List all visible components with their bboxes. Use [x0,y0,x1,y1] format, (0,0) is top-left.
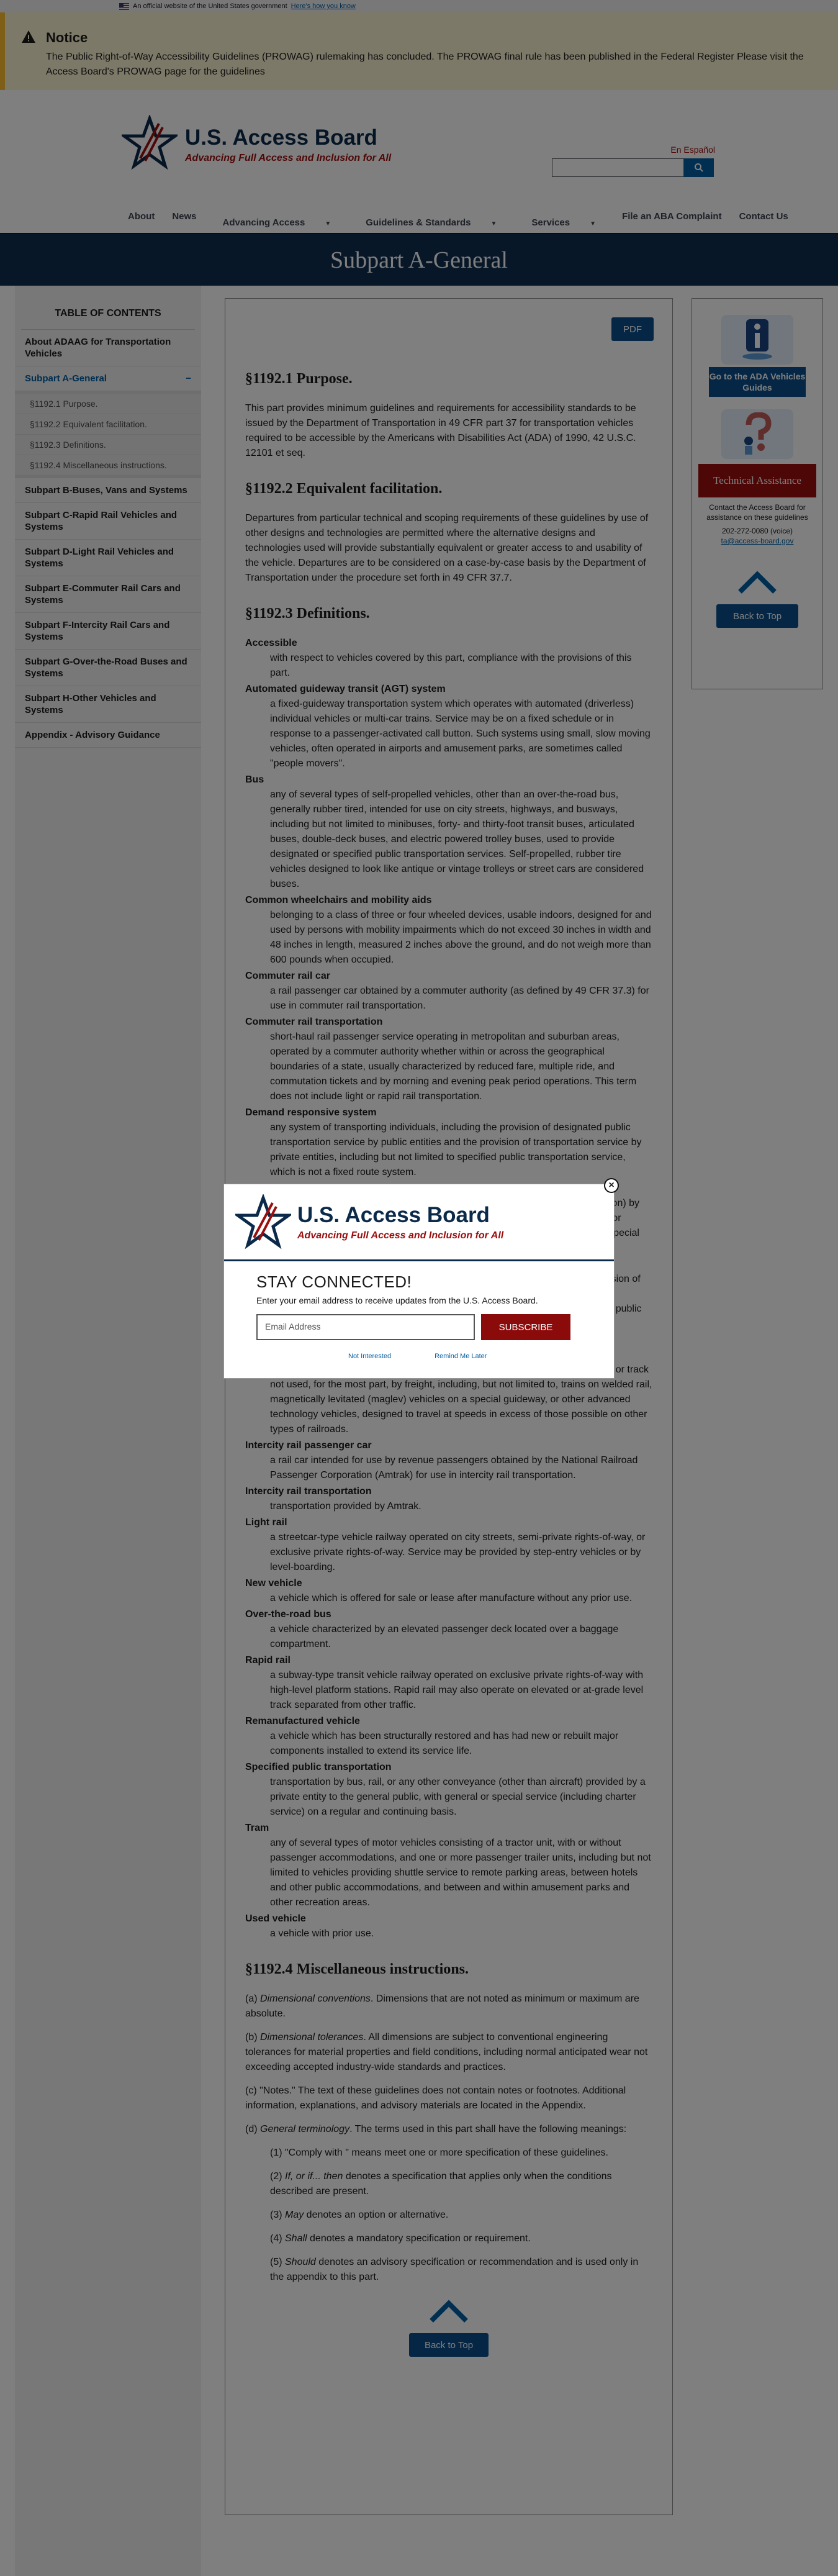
remind-later-link[interactable]: Remind Me Later [435,1353,487,1360]
subscribe-form: Email Address SUBSCRIBE [256,1314,614,1340]
email-field[interactable]: Email Address [256,1314,475,1340]
access-board-star-logo-icon [235,1194,291,1249]
modal-header: U.S. Access Board Advancing Full Access … [224,1184,614,1261]
modal-subtitle: Enter your email address to receive upda… [256,1295,538,1305]
modal-links: Not Interested Remind Me Later [348,1353,614,1360]
modal-site-name: U.S. Access Board [297,1202,490,1227]
modal-heading: STAY CONNECTED! [256,1272,412,1291]
not-interested-link[interactable]: Not Interested [348,1353,391,1360]
newsletter-modal: × U.S. Access Board Advancing Full Acces… [223,1178,619,1379]
close-icon[interactable]: × [604,1178,619,1193]
subscribe-button[interactable]: SUBSCRIBE [481,1314,570,1340]
modal-tagline: Advancing Full Access and Inclusion for … [297,1230,504,1241]
